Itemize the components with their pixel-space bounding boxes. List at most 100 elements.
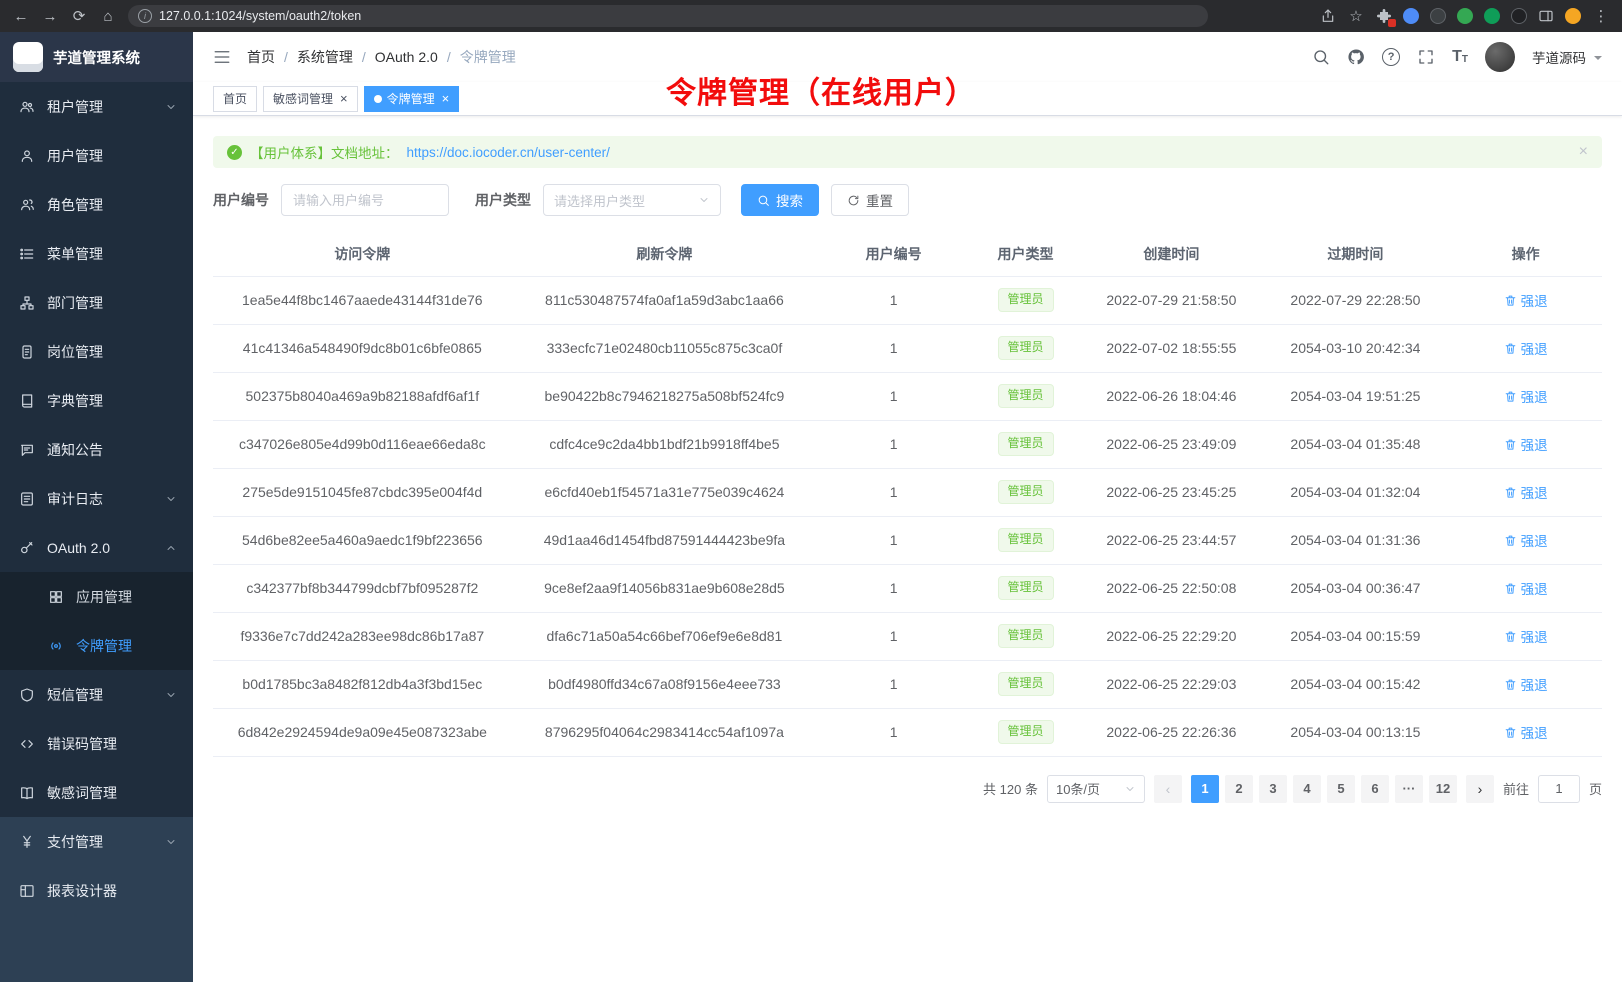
breadcrumb-system[interactable]: 系统管理 [297,47,353,67]
page-button[interactable]: 1 [1191,775,1219,803]
page-button[interactable]: 6 [1361,775,1389,803]
user-type-select[interactable]: 请选择用户类型 [543,184,721,216]
sidebar-item-post-management[interactable]: 岗位管理 [0,327,193,376]
extension-dark-icon[interactable] [1430,8,1446,24]
user-id-cell: 1 [817,564,970,612]
sidebar-item-token-management[interactable]: 令牌管理 [0,621,193,670]
reload-icon[interactable]: ⟳ [70,9,88,24]
next-page-button[interactable]: › [1466,775,1494,803]
table-row: f9336e7c7dd242a283ee98dc86b17a87 dfa6c71… [213,612,1602,660]
page-button[interactable]: 2 [1225,775,1253,803]
sidebar-item-app-management[interactable]: 应用管理 [0,572,193,621]
tab-home[interactable]: 首页 [213,86,257,112]
extension-teal-icon[interactable] [1484,8,1500,24]
breadcrumb: 首页 / 系统管理 / OAuth 2.0 / 令牌管理 [247,47,516,67]
address-bar[interactable]: i 127.0.0.1:1024/system/oauth2/token [128,5,1208,27]
app-logo[interactable]: 芋道管理系统 [0,32,193,82]
reset-button[interactable]: 重置 [831,184,909,216]
page-button[interactable]: 4 [1293,775,1321,803]
create-time-cell: 2022-07-02 18:55:55 [1081,324,1262,372]
collapse-sidebar-icon[interactable] [213,48,231,66]
force-logout-button[interactable]: 强退 [1504,386,1548,406]
browser-toolbar: ← → ⟳ ⌂ i 127.0.0.1:1024/system/oauth2/t… [0,0,1622,32]
refresh-icon [847,194,860,207]
page-button[interactable]: 12 [1429,775,1457,803]
user-name[interactable]: 芋道源码 [1532,47,1586,67]
sidebar-item-oauth[interactable]: OAuth 2.0 [0,523,193,572]
sidebar-item-payment-management[interactable]: 支付管理 [0,817,193,866]
bookmark-star-icon[interactable]: ☆ [1347,9,1365,24]
close-icon[interactable]: × [340,92,348,105]
page-size-select[interactable]: 10条/页 [1047,775,1145,803]
page-button[interactable]: 5 [1327,775,1355,803]
github-icon[interactable] [1347,48,1365,66]
sidebar-item-error-code-management[interactable]: 错误码管理 [0,719,193,768]
force-logout-button[interactable]: 强退 [1504,722,1548,742]
sidebar-item-sms-management[interactable]: 短信管理 [0,670,193,719]
table-header-cell: 过期时间 [1262,232,1450,276]
extension-gray-icon[interactable] [1511,8,1527,24]
force-logout-button[interactable]: 强退 [1504,674,1548,694]
goto-page-input[interactable] [1538,775,1580,803]
expire-time-cell: 2054-03-04 00:36:47 [1262,564,1450,612]
user-id-label: 用户编号 [213,190,269,210]
force-logout-button[interactable]: 强退 [1504,434,1548,454]
sidebar-item-dict-management[interactable]: 字典管理 [0,376,193,425]
tab-token-management[interactable]: 令牌管理× [364,86,460,112]
user-type-cell: 管理员 [970,612,1081,660]
user-type-cell: 管理员 [970,324,1081,372]
alert-close-icon[interactable]: × [1579,144,1588,160]
breadcrumb-home[interactable]: 首页 [247,47,275,67]
doc-link[interactable]: https://doc.iocoder.cn/user-center/ [407,145,610,160]
prev-page-button[interactable]: ‹ [1154,775,1182,803]
extension-green-icon[interactable] [1457,8,1473,24]
site-info-icon[interactable]: i [138,9,152,23]
breadcrumb-separator: / [362,49,366,65]
sidebar-item-role-management[interactable]: 角色管理 [0,180,193,229]
fullscreen-icon[interactable] [1417,48,1435,66]
browser-menu-icon[interactable]: ⋮ [1592,9,1610,24]
force-logout-button[interactable]: 强退 [1504,290,1548,310]
chevron-down-icon[interactable] [1594,56,1602,64]
sidebar-item-sensitive-word-management[interactable]: 敏感词管理 [0,768,193,817]
help-icon[interactable]: ? [1382,48,1400,66]
extension-blue-icon[interactable] [1403,8,1419,24]
page-button[interactable]: 3 [1259,775,1287,803]
info-alert: ✓ 【用户体系】文档地址： https://doc.iocoder.cn/use… [213,136,1602,168]
user-type-badge: 管理员 [998,672,1054,696]
page-list: 123456···12 [1191,775,1457,803]
chevron-down-icon [698,194,710,206]
sidebar-item-dept-management[interactable]: 部门管理 [0,278,193,327]
extensions-icon[interactable] [1376,8,1392,24]
sidebar-item-tenant-management[interactable]: 租户管理 [0,82,193,131]
force-logout-button[interactable]: 强退 [1504,578,1548,598]
sidebar-item-audit-log[interactable]: 审计日志 [0,474,193,523]
page-button[interactable]: ··· [1395,775,1423,803]
force-logout-button[interactable]: 强退 [1504,338,1548,358]
tab-sensitive-word[interactable]: 敏感词管理× [263,86,358,112]
table-row: 502375b8040a469a9b82188afdf6af1f be90422… [213,372,1602,420]
profile-avatar-icon[interactable] [1565,8,1581,24]
share-icon[interactable] [1320,8,1336,24]
action-cell: 强退 [1449,276,1602,324]
sidebar-item-menu-management[interactable]: 菜单管理 [0,229,193,278]
page-content: ✓ 【用户体系】文档地址： https://doc.iocoder.cn/use… [193,116,1622,982]
close-icon[interactable]: × [442,92,450,105]
side-panel-icon[interactable] [1538,8,1554,24]
back-icon[interactable]: ← [12,9,30,24]
search-icon[interactable] [1312,48,1330,66]
user-id-input[interactable] [281,184,449,216]
forward-icon[interactable]: → [41,9,59,24]
sidebar-item-notice-announcement[interactable]: 通知公告 [0,425,193,474]
breadcrumb-oauth[interactable]: OAuth 2.0 [375,49,438,65]
force-logout-button[interactable]: 强退 [1504,626,1548,646]
sidebar-item-report-designer[interactable]: 报表设计器 [0,866,193,915]
home-icon[interactable]: ⌂ [99,9,117,24]
force-logout-button[interactable]: 强退 [1504,530,1548,550]
sidebar-item-user-management[interactable]: 用户管理 [0,131,193,180]
user-id-cell: 1 [817,612,970,660]
user-avatar[interactable] [1485,42,1515,72]
font-size-icon[interactable]: TT [1452,49,1468,65]
force-logout-button[interactable]: 强退 [1504,482,1548,502]
search-button[interactable]: 搜索 [741,184,819,216]
